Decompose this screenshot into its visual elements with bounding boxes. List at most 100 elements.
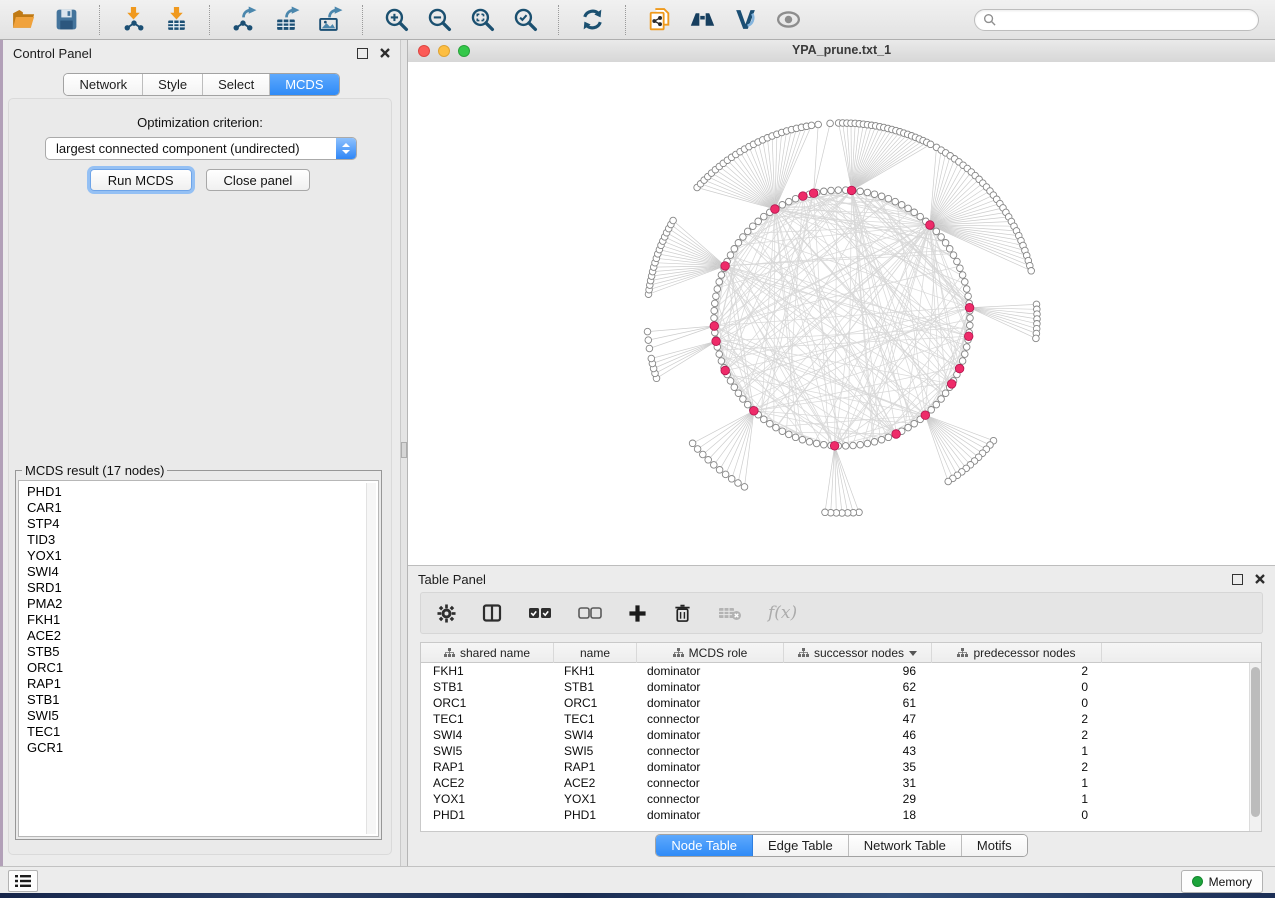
clone-network-icon[interactable]	[646, 6, 673, 33]
mcds-result-item[interactable]: STB1	[27, 692, 378, 708]
refresh-icon[interactable]	[579, 6, 606, 33]
splitter-handle[interactable]	[401, 442, 407, 458]
zoom-selected-icon[interactable]	[512, 6, 539, 33]
float-window-icon[interactable]	[1232, 574, 1243, 585]
float-window-icon[interactable]	[357, 48, 368, 59]
cell: 35	[784, 759, 932, 775]
close-panel-button[interactable]: Close panel	[206, 169, 311, 191]
zoom-in-icon[interactable]	[383, 6, 410, 33]
table-row[interactable]: TEC1TEC1connector472	[421, 711, 1261, 727]
export-table-icon[interactable]	[273, 6, 300, 33]
mcds-result-item[interactable]: SWI4	[27, 564, 378, 580]
vizmapper-icon[interactable]	[732, 6, 759, 33]
cell: connector	[637, 743, 784, 759]
export-network-icon[interactable]	[230, 6, 257, 33]
tab-motifs[interactable]: Motifs	[962, 835, 1027, 856]
mcds-result-item[interactable]: PHD1	[27, 484, 378, 500]
save-icon[interactable]	[53, 6, 80, 33]
delete-table-icon-disabled	[718, 605, 742, 621]
mcds-result-item[interactable]: RAP1	[27, 676, 378, 692]
cell: SWI4	[554, 727, 637, 743]
tab-edge-table[interactable]: Edge Table	[753, 835, 849, 856]
tab-network[interactable]: Network	[64, 74, 143, 95]
cell: 96	[784, 663, 932, 679]
optimization-criterion-label: Optimization criterion:	[9, 115, 391, 130]
table-settings-gear-icon[interactable]	[437, 604, 456, 623]
zoom-out-icon[interactable]	[426, 6, 453, 33]
add-column-icon[interactable]	[628, 604, 647, 623]
tab-select[interactable]: Select	[203, 74, 270, 95]
network-window-titlebar[interactable]: YPA_prune.txt_1	[408, 40, 1275, 63]
delete-column-icon[interactable]	[673, 603, 692, 623]
mcds-result-item[interactable]: ACE2	[27, 628, 378, 644]
mcds-result-item[interactable]: SRD1	[27, 580, 378, 596]
table-row[interactable]: FKH1FKH1dominator962	[421, 663, 1261, 679]
mcds-result-item[interactable]: CAR1	[27, 500, 378, 516]
criterion-select[interactable]: largest connected component (undirected)	[45, 137, 357, 160]
tab-mcds[interactable]: MCDS	[270, 74, 338, 95]
column-header-MCDS-role[interactable]: MCDS role	[637, 643, 784, 663]
zoom-fit-icon[interactable]	[469, 6, 496, 33]
mcds-result-list[interactable]: PHD1CAR1STP4TID3YOX1SWI4SRD1PMA2FKH1ACE2…	[18, 480, 379, 837]
show-columns-icon[interactable]	[482, 603, 502, 623]
close-panel-icon[interactable]	[380, 48, 390, 58]
deselect-all-icon[interactable]	[578, 606, 602, 620]
table-row[interactable]: PHD1PHD1dominator180	[421, 807, 1261, 823]
table-row[interactable]: STB1STB1dominator620	[421, 679, 1261, 695]
panel-list-button[interactable]	[8, 870, 38, 892]
mcds-result-item[interactable]: ORC1	[27, 660, 378, 676]
mcds-result-item[interactable]: PMA2	[27, 596, 378, 612]
close-panel-icon[interactable]	[1255, 574, 1265, 584]
table-scrollbar[interactable]	[1249, 663, 1261, 831]
table-row[interactable]: ORC1ORC1dominator610	[421, 695, 1261, 711]
column-header-filler	[1102, 643, 1261, 663]
cell: 0	[932, 807, 1102, 823]
tab-node-table[interactable]: Node Table	[656, 835, 753, 856]
network-canvas[interactable]	[408, 62, 1275, 565]
mcds-result-item[interactable]: GCR1	[27, 740, 378, 756]
cell: ACE2	[554, 775, 637, 791]
open-icon[interactable]	[10, 6, 37, 33]
mcds-result-item[interactable]: FKH1	[27, 612, 378, 628]
window-minimize-icon[interactable]	[438, 45, 450, 57]
table-row[interactable]: YOX1YOX1connector291	[421, 791, 1261, 807]
search-box[interactable]	[974, 9, 1259, 31]
cell: 0	[932, 695, 1102, 711]
window-close-icon[interactable]	[418, 45, 430, 57]
mcds-result-item[interactable]: STB5	[27, 644, 378, 660]
window-zoom-icon[interactable]	[458, 45, 470, 57]
export-image-icon[interactable]	[316, 6, 343, 33]
show-graphics-details-icon[interactable]	[775, 6, 802, 33]
vertical-splitter[interactable]	[400, 40, 408, 866]
table-row[interactable]: RAP1RAP1dominator352	[421, 759, 1261, 775]
table-row[interactable]: SWI5SWI5connector431	[421, 743, 1261, 759]
tab-network-table[interactable]: Network Table	[849, 835, 962, 856]
import-table-icon[interactable]	[163, 6, 190, 33]
mcds-tab-content: Optimization criterion: largest connecte…	[8, 98, 392, 855]
network-graph[interactable]	[408, 62, 1275, 565]
cell: PHD1	[554, 807, 637, 823]
table-row[interactable]: ACE2ACE2connector311	[421, 775, 1261, 791]
memory-button[interactable]: Memory	[1181, 870, 1263, 893]
mcds-result-item[interactable]: YOX1	[27, 548, 378, 564]
column-header-predecessor-nodes[interactable]: predecessor nodes	[932, 643, 1102, 663]
cell: 18	[784, 807, 932, 823]
column-header-successor-nodes[interactable]: successor nodes	[784, 643, 932, 663]
cell: 2	[932, 663, 1102, 679]
mcds-result-item[interactable]: STP4	[27, 516, 378, 532]
table-row[interactable]: SWI4SWI4dominator462	[421, 727, 1261, 743]
tab-style[interactable]: Style	[143, 74, 203, 95]
table-scrollbar-thumb[interactable]	[1251, 667, 1260, 817]
import-network-icon[interactable]	[120, 6, 147, 33]
select-all-icon[interactable]	[528, 606, 552, 620]
search-input[interactable]	[1001, 11, 1250, 28]
run-mcds-button[interactable]: Run MCDS	[90, 169, 192, 191]
cell: 47	[784, 711, 932, 727]
mcds-result-item[interactable]: SWI5	[27, 708, 378, 724]
mcds-result-item[interactable]: TEC1	[27, 724, 378, 740]
column-header-shared-name[interactable]: shared name	[421, 643, 554, 663]
binoculars-icon[interactable]	[689, 6, 716, 33]
column-header-name[interactable]: name	[554, 643, 637, 663]
mcds-result-item[interactable]: TID3	[27, 532, 378, 548]
mcds-result-scrollbar[interactable]	[366, 483, 376, 834]
